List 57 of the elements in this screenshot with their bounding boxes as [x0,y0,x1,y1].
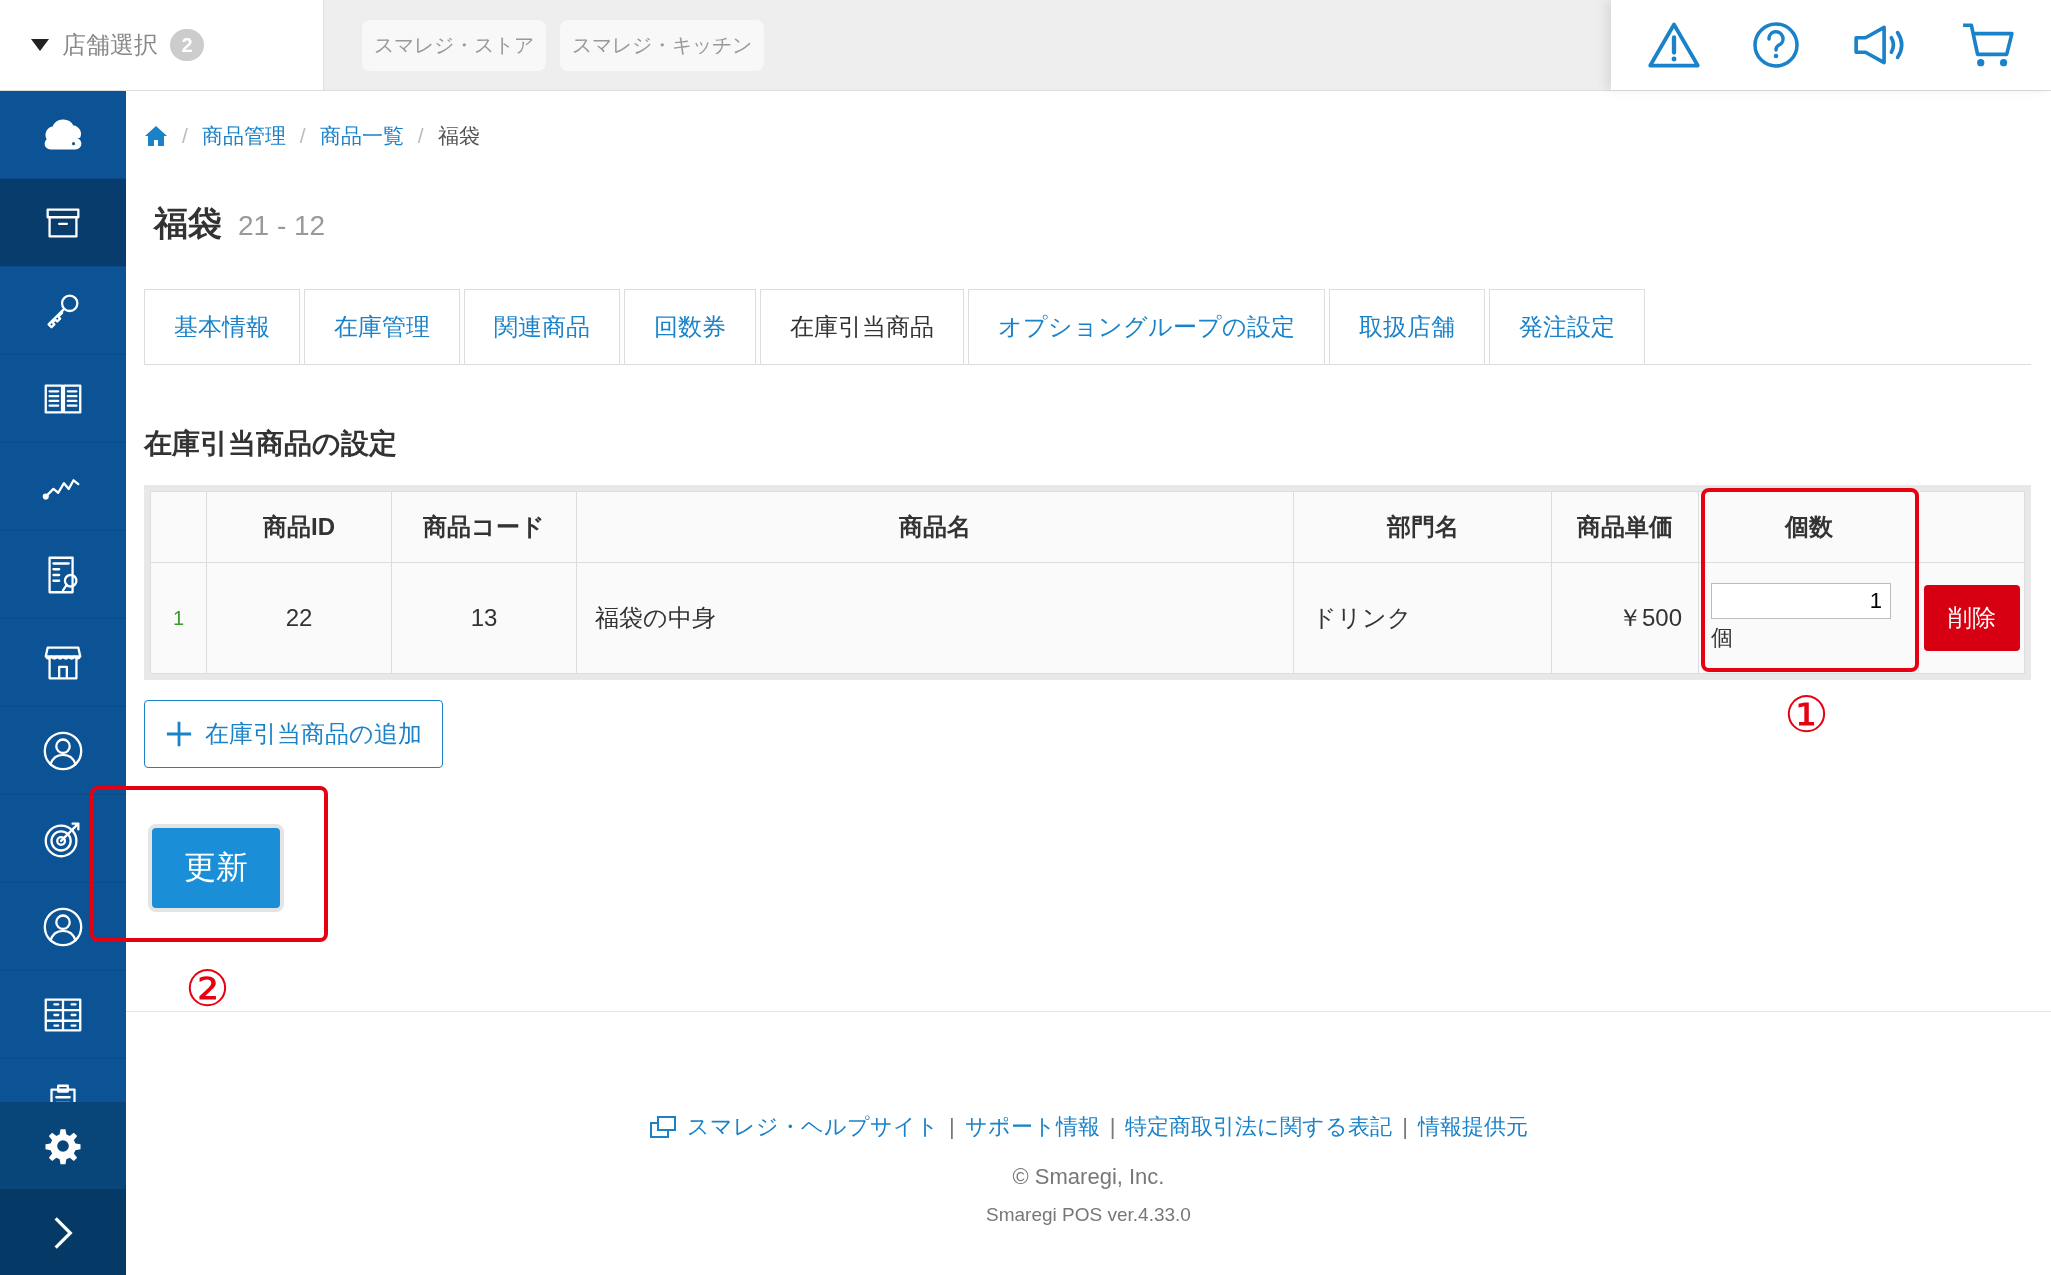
help-icon[interactable] [1752,21,1801,69]
table-cell: 13 [391,562,577,674]
table-cell: ￥500 [1551,562,1699,674]
update-button[interactable]: 更新 [148,824,284,912]
column-header: 商品ID [206,491,392,563]
breadcrumb-current: 福袋 [437,123,480,149]
column-header: 部門名 [1293,491,1552,563]
tab[interactable]: 基本情報 [144,289,300,364]
tab[interactable]: 関連商品 [464,289,620,364]
sidebar-item[interactable] [0,179,126,267]
version-text: Smaregi POS ver.4.33.0 [986,1204,1191,1226]
footer-link[interactable]: サポート情報 [964,1112,1100,1142]
footer-link[interactable]: 特定商取引法に関する表記 [1125,1112,1393,1142]
caret-icon [30,38,50,52]
plus-icon [165,720,193,748]
section-title: 在庫引当商品の設定 [144,427,398,461]
annotation-number: ① [1784,686,1829,744]
settings-button[interactable] [0,1102,126,1189]
unit-label: 個 [1711,624,1734,652]
store-selector-label: 店舗選択 [62,30,158,60]
column-header: 商品名 [576,491,1294,563]
breadcrumb-separator: / [299,124,306,148]
row-number: 1 [150,562,207,674]
separator: | [948,1114,955,1140]
breadcrumb-link[interactable]: 商品管理 [201,122,286,150]
table-cell: 22 [206,562,392,674]
separator: | [1402,1114,1409,1140]
quantity-field[interactable]: 1 [1711,583,1891,619]
external-window-icon [648,1115,677,1139]
column-header: 個数 [1698,491,1919,563]
page-subtitle: 21 - 12 [238,210,326,242]
table-cell: 福袋の中身 [576,562,1294,674]
annotation-number: ② [185,960,230,1018]
cart-icon[interactable] [1961,21,2016,69]
page-title: 福袋 [154,203,222,244]
separator: | [1109,1114,1116,1140]
breadcrumb-link[interactable]: 商品一覧 [319,122,404,150]
table-cell: ドリンク [1293,562,1552,674]
tab[interactable]: 在庫引当商品 [760,289,964,364]
warning-icon[interactable] [1646,21,1701,69]
footer-link[interactable]: スマレジ・ヘルプサイト [686,1112,939,1142]
add-button[interactable]: 在庫引当商品の追加 [144,700,443,768]
delete-button[interactable]: 削除 [1923,585,2020,651]
store-chip[interactable]: スマレジ・キッチン [560,19,764,71]
tab[interactable]: 回数券 [624,289,756,364]
tab[interactable]: 取扱店舗 [1329,289,1485,364]
copyright-text: © Smaregi, Inc. [1012,1164,1165,1190]
tab[interactable]: オプショングループの設定 [968,289,1325,364]
breadcrumb-separator: / [417,124,424,148]
store-chip[interactable]: スマレジ・ストア [362,19,546,71]
footer-link[interactable]: 情報提供元 [1418,1112,1529,1142]
column-header: 商品単価 [1551,491,1699,563]
breadcrumb-separator: / [182,124,188,148]
tab[interactable]: 在庫管理 [304,289,460,364]
column-header: 商品コード [391,491,577,563]
home-icon[interactable] [144,125,168,147]
tab[interactable]: 発注設定 [1489,289,1645,364]
